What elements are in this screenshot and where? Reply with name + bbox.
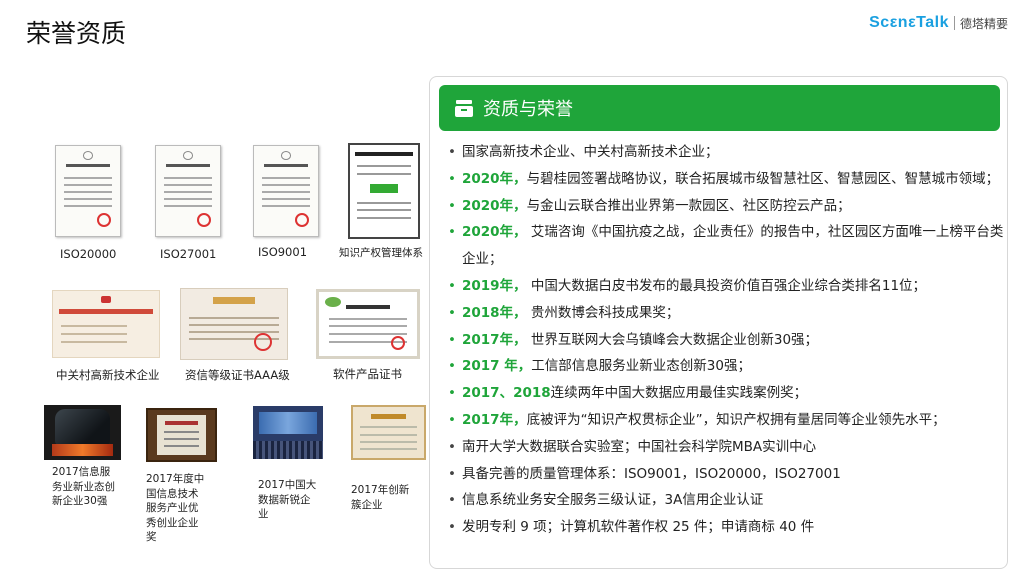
- award2-label: 2017年度中国信息技术服务产业优秀创业企业奖: [146, 473, 205, 543]
- credit-aaa-certificate-image: [180, 288, 288, 360]
- gold-certificate-image: [351, 405, 426, 460]
- list-item: 2020年， 艾瑞咨询《中国抗疫之战，企业责任》的报告中，社区园区方面唯一上榜平…: [444, 219, 1004, 273]
- list-item: 2020年，与金山云联合推出业界第一款园区、社区防控云产品；: [444, 193, 1004, 220]
- panel-title: 资质与荣誉: [483, 99, 573, 120]
- zgc-label: 中关村高新技术企业: [56, 368, 160, 382]
- iso9001-certificate-image: [253, 145, 319, 237]
- list-item: 具备完善的质量管理体系：ISO9001，ISO20000，ISO27001: [444, 461, 1004, 488]
- award4-label: 2017年创新簇企业: [351, 484, 410, 511]
- zgc-certificate-image: [52, 290, 160, 358]
- list-item: 2020年，与碧桂园签署战略协议，联合拓展城市级智慧社区、智慧园区、智慧城市领域…: [444, 166, 1004, 193]
- list-item: 南开大学大数据联合实验室；中国社会科学院MBA实训中心: [444, 434, 1004, 461]
- brand-name: ScεnεTalk: [869, 14, 949, 31]
- event-stage-image: [253, 406, 323, 459]
- panel-header: 资质与荣誉: [439, 85, 1000, 131]
- brand-subtitle: 德塔精要: [959, 16, 1008, 31]
- credit-aaa-label: 资信等级证书AAA级: [185, 368, 290, 382]
- iso20000-certificate-image: [55, 145, 121, 237]
- qualifications-panel: 资质与荣誉 国家高新技术企业、中关村高新技术企业； 2020年，与碧桂园签署战略…: [429, 76, 1008, 569]
- award3-label: 2017中国大数据新锐企业: [258, 479, 317, 520]
- list-item: 2017年， 世界互联网大会乌镇峰会大数据企业创新30强；: [444, 327, 1004, 354]
- iso27001-label: ISO27001: [160, 247, 217, 261]
- list-item: 发明专利 9 项；计算机软件著作权 25 件；申请商标 40 件: [444, 514, 1004, 541]
- list-item: 国家高新技术企业、中关村高新技术企业；: [444, 139, 1004, 166]
- brand-divider: [953, 16, 955, 30]
- ip-management-label: 知识产权管理体系: [339, 247, 423, 259]
- ip-management-certificate-image: [348, 143, 420, 239]
- list-item: 2017 年，工信部信息服务业新业态创新30强；: [444, 353, 1004, 380]
- iso20000-label: ISO20000: [60, 247, 117, 261]
- list-item: 2017、2018连续两年中国大数据应用最佳实践案例奖；: [444, 380, 1004, 407]
- honors-list: 国家高新技术企业、中关村高新技术企业； 2020年，与碧桂园签署战略协议，联合拓…: [444, 139, 1004, 541]
- iso27001-certificate-image: [155, 145, 221, 237]
- list-item: 2018年， 贵州数博会科技成果奖；: [444, 300, 1004, 327]
- trophy-award-image: [44, 405, 121, 460]
- software-product-label: 软件产品证书: [333, 367, 402, 381]
- list-item: 信息系统业务安全服务三级认证，3A信用企业认证: [444, 487, 1004, 514]
- iso9001-label: ISO9001: [258, 245, 308, 259]
- brand-logo: ScεnεTalk 德塔精要: [869, 14, 1008, 32]
- plaque-award-image: [146, 408, 217, 462]
- list-item: 2017年，底被评为“知识产权贯标企业”，知识产权拥有量居同等企业领先水平；: [444, 407, 1004, 434]
- software-product-certificate-image: [316, 289, 420, 359]
- archive-icon: [455, 99, 473, 117]
- award1-label: 2017信息服务业新业态创新企业30强: [52, 466, 115, 507]
- page-title: 荣誉资质: [26, 19, 127, 48]
- list-item: 2019年， 中国大数据白皮书发布的最具投资价值百强企业综合类排名11位；: [444, 273, 1004, 300]
